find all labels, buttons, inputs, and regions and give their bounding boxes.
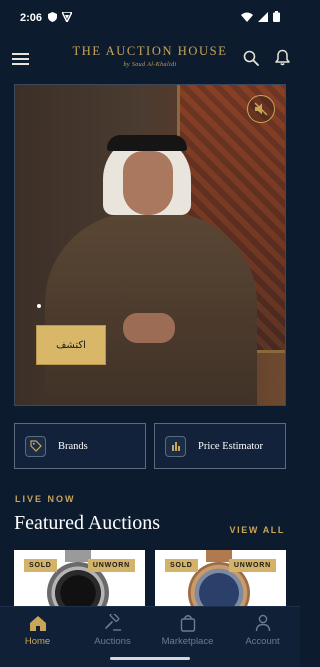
nav-marketplace-label: Marketplace — [161, 636, 214, 647]
nav-auctions-label: Auctions — [94, 636, 131, 647]
nav-account-label: Account — [245, 636, 280, 647]
status-time: 2:06 — [20, 12, 43, 24]
app-header: THE AUCTION HOUSE by Saud Al-Khalidi — [0, 36, 300, 82]
bell-icon[interactable] — [275, 49, 290, 71]
shopping-bag-icon — [180, 613, 196, 633]
home-indicator[interactable] — [110, 657, 190, 660]
sold-badge: SOLD — [24, 559, 57, 572]
carousel-indicator[interactable] — [37, 304, 41, 308]
presenter-agal — [107, 135, 187, 151]
section-title: Featured Auctions — [14, 512, 161, 534]
presenter-face — [123, 151, 173, 215]
price-estimator-button[interactable]: Price Estimator — [154, 423, 286, 469]
presenter-body — [45, 213, 257, 405]
gavel-icon — [104, 613, 122, 633]
sold-badge: SOLD — [165, 559, 198, 572]
brand-subtitle: by Saud Al-Khalidi — [123, 62, 177, 68]
quick-links: Brands Price Estimator — [14, 423, 286, 469]
price-estimator-label: Price Estimator — [198, 440, 264, 452]
hero-video[interactable]: اكتشف — [14, 84, 286, 406]
view-all-link[interactable]: VIEW ALL — [230, 525, 285, 535]
bar-chart-icon — [165, 435, 186, 457]
menu-icon[interactable] — [12, 53, 29, 65]
brands-label: Brands — [58, 440, 88, 452]
brands-button[interactable]: Brands — [14, 423, 146, 469]
nav-home[interactable]: Home — [0, 607, 75, 667]
unworn-badge: UNWORN — [87, 559, 135, 572]
volume-muted-icon[interactable] — [247, 95, 275, 123]
brand-logo[interactable]: THE AUCTION HOUSE by Saud Al-Khalidi — [60, 44, 240, 68]
unworn-badge: UNWORN — [228, 559, 276, 572]
status-bar: 2:06 — [0, 0, 300, 36]
auction-cards: SOLD UNWORN SOLD UNWORN — [14, 550, 300, 608]
wifi-icon — [241, 12, 253, 25]
nav-home-label: Home — [24, 636, 51, 647]
home-icon — [29, 613, 47, 633]
battery-icon — [273, 11, 280, 25]
live-now-label: LIVE NOW — [15, 494, 76, 504]
shield-icon — [48, 12, 58, 24]
auction-card[interactable]: SOLD UNWORN — [14, 550, 145, 608]
vpn-icon — [60, 11, 74, 24]
discover-button[interactable]: اكتشف — [36, 325, 106, 365]
signal-icon — [258, 11, 268, 25]
user-icon — [255, 613, 271, 633]
auction-card[interactable]: SOLD UNWORN — [155, 550, 286, 608]
search-icon[interactable] — [243, 50, 259, 71]
brand-title: THE AUCTION HOUSE — [72, 44, 228, 58]
nav-account[interactable]: Account — [225, 607, 300, 667]
presenter-hands — [123, 313, 175, 343]
tag-icon — [25, 435, 46, 457]
